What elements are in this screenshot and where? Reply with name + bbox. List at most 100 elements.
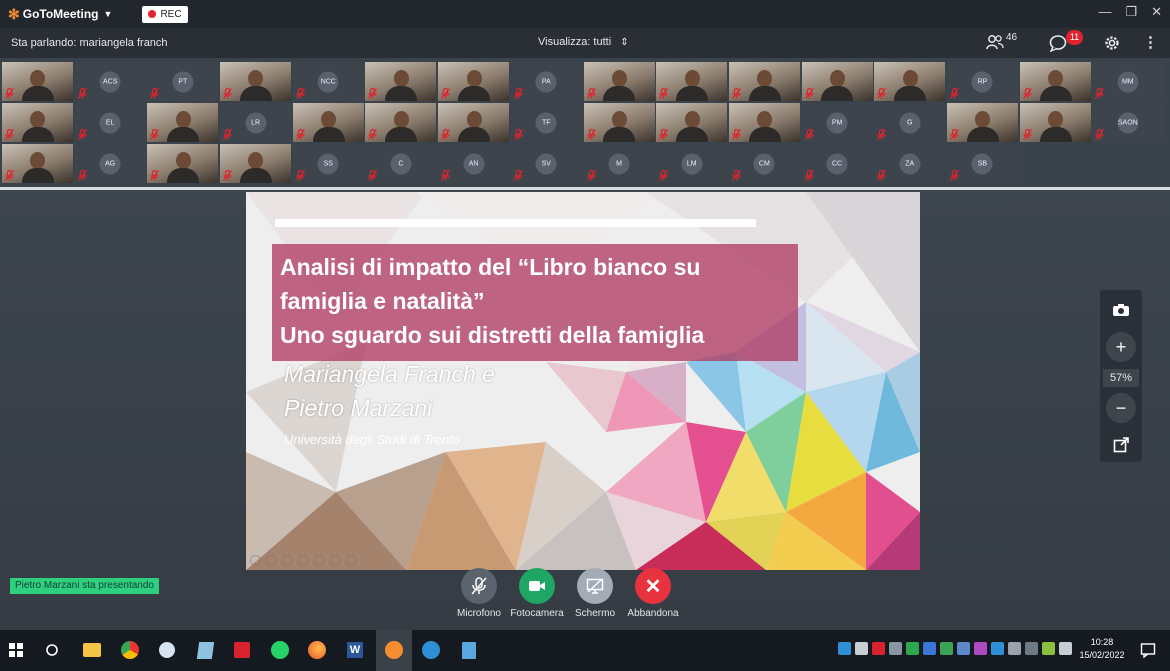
participant-tile[interactable]: C [365,144,437,183]
participant-tile[interactable] [2,62,73,101]
tray-display-icon[interactable] [1008,642,1021,655]
participant-tile[interactable] [2,103,73,142]
close-icon[interactable]: ✕ [1151,4,1162,20]
participant-tile[interactable] [365,103,437,142]
slide-options-icon[interactable] [330,555,341,566]
participant-tile[interactable] [1019,103,1091,142]
word-icon[interactable]: W [343,638,367,662]
participant-tile[interactable] [147,103,219,142]
document-icon[interactable] [457,638,481,662]
participant-tile[interactable] [220,144,292,183]
tray-security-icon[interactable] [940,642,953,655]
tray-battery-icon[interactable] [1042,642,1055,655]
edge-icon[interactable] [419,638,443,662]
slide-more-icon[interactable] [346,555,357,566]
participants-button[interactable]: 46 [986,32,1017,50]
windows-start-icon[interactable] [4,638,28,662]
slide-pen-icon[interactable] [282,555,293,566]
whatsapp-icon[interactable] [268,638,292,662]
participant-tile[interactable]: ACS [74,62,146,101]
participant-tile[interactable]: ZA [874,144,946,183]
tray-dropbox-icon[interactable] [889,642,902,655]
zoom-in-icon[interactable]: + [1106,332,1136,362]
participant-tile[interactable]: M [583,144,655,183]
participant-tile[interactable]: LR [220,103,292,142]
participant-tile[interactable] [438,62,510,101]
pop-out-icon[interactable] [1106,430,1136,460]
tray-sync-icon[interactable] [906,642,919,655]
slide-gallery-icon[interactable] [298,555,309,566]
tray-wifi-icon[interactable] [1025,642,1038,655]
chat-button[interactable]: 11 [1049,30,1083,55]
participant-tile[interactable]: RP [946,62,1018,101]
participant-tile[interactable]: PA [510,62,582,101]
notes-icon[interactable] [193,638,217,662]
zoom-out-icon[interactable]: − [1106,393,1136,423]
participant-tile[interactable] [1019,62,1091,101]
file-explorer-icon[interactable] [80,638,104,662]
paint-icon[interactable] [155,638,179,662]
tray-keyboard-icon[interactable] [855,642,868,655]
tray-onedrive-icon[interactable] [991,642,1004,655]
participant-tile[interactable]: TF [510,103,582,142]
participant-tile[interactable] [220,62,292,101]
participant-tile[interactable] [365,62,437,101]
search-icon[interactable] [40,638,64,662]
participant-video-body [1039,127,1072,142]
participant-tile[interactable]: AN [438,144,510,183]
participant-tile[interactable] [147,144,219,183]
restore-icon[interactable]: ❐ [1125,4,1137,20]
muted-microphone-icon [368,128,378,140]
participant-tile[interactable]: SS [292,144,364,183]
participant-tile[interactable] [583,103,655,142]
participant-tile[interactable] [656,103,728,142]
participant-tile[interactable] [583,62,655,101]
participant-tile[interactable] [728,62,800,101]
gotomeeting-taskbar-icon[interactable] [382,638,406,662]
recording-badge[interactable]: REC [142,5,188,23]
participant-tile[interactable]: AG [74,144,146,183]
participant-tile[interactable]: CC [801,144,873,183]
participant-tile[interactable]: SAON [1092,103,1164,142]
participant-tile[interactable] [2,144,73,183]
brand-menu[interactable]: ✻ GoToMeeting ▼ [8,6,112,23]
system-clock[interactable]: 10:28 15/02/2022 [1078,636,1126,662]
participant-tile[interactable] [438,103,510,142]
participant-tile[interactable]: NCC [292,62,364,101]
participant-tile[interactable] [874,62,946,101]
participant-tile[interactable]: PT [147,62,219,101]
slide-prev-icon[interactable] [250,555,261,566]
slide-next-icon[interactable] [266,555,277,566]
leave-button[interactable]: ✕ Abbandona [618,568,688,619]
firefox-icon[interactable] [305,638,329,662]
tray-network-icon[interactable] [838,642,851,655]
chrome-icon[interactable] [118,638,142,662]
participant-tile[interactable]: SV [510,144,582,183]
notifications-icon[interactable] [1140,642,1156,663]
participant-tile[interactable]: SB [946,144,1018,183]
participant-tile[interactable]: LM [656,144,728,183]
participant-tile[interactable]: G [874,103,946,142]
participant-tile[interactable]: MM [1092,62,1164,101]
participant-tile[interactable] [801,62,873,101]
slide-zoom-icon[interactable] [314,555,325,566]
participant-tile[interactable] [946,103,1018,142]
minimize-icon[interactable]: — [1098,4,1111,20]
settings-button[interactable] [1103,34,1121,55]
participant-tile[interactable] [292,103,364,142]
tray-app-icon[interactable] [872,642,885,655]
tray-teams-icon[interactable] [974,642,987,655]
tray-update-icon[interactable] [957,642,970,655]
participant-tile[interactable]: CM [728,144,800,183]
more-options-icon[interactable]: ⋮ [1143,33,1158,51]
view-selector[interactable]: Visualizza: tutti ⇕ [538,36,629,48]
participant-tile[interactable]: PM [801,103,873,142]
participant-tile[interactable] [728,103,800,142]
pdf-reader-icon[interactable] [230,638,254,662]
slide-title-line-3: Uno sguardo sui distretti della famiglia [280,322,705,348]
snapshot-camera-icon[interactable] [1106,295,1136,325]
tray-volume-icon[interactable] [1059,642,1072,655]
participant-tile[interactable]: EL [74,103,146,142]
participant-tile[interactable] [656,62,728,101]
tray-cloud-icon[interactable] [923,642,936,655]
